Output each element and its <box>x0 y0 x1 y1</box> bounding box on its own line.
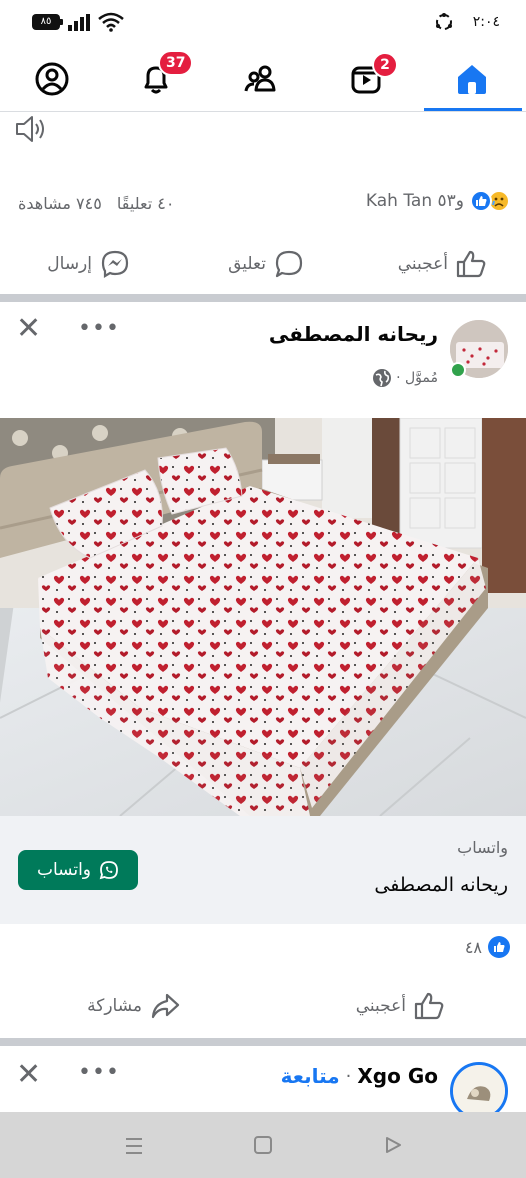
post3-author-name[interactable]: Xgo Go <box>357 1064 438 1088</box>
like-button[interactable]: أعجبني <box>398 250 486 278</box>
home-icon <box>458 65 486 94</box>
views-count: ٧٤٥ مشاهدة <box>18 194 102 213</box>
more-options-icon[interactable]: ••• <box>78 316 120 341</box>
comments-count: ٤٠ تعليقًا <box>116 194 175 213</box>
notifications-badge: 37 <box>158 50 194 76</box>
more-options-icon[interactable]: ••• <box>78 1060 120 1085</box>
close-icon[interactable]: ✕ <box>16 1060 41 1090</box>
cta-page-name: ريحانه المصطفى <box>374 874 508 896</box>
battery-icon: ٨٥ <box>32 14 63 30</box>
globe-icon <box>373 369 392 387</box>
share-icon <box>151 993 180 1019</box>
system-navigation-bar <box>0 1112 526 1178</box>
back-icon[interactable] <box>383 1135 403 1155</box>
post2-likes-count: ٤٨ <box>464 937 482 957</box>
whatsapp-button-label: واتساب <box>36 860 91 880</box>
comment-button[interactable]: تعليق <box>228 249 304 279</box>
online-status-dot <box>450 362 466 378</box>
thumbs-up-icon <box>456 250 486 278</box>
messenger-icon <box>101 250 129 278</box>
like-label: أعجبني <box>355 996 406 1016</box>
cta-section: واتساب ريحانه المصطفى واتساب <box>0 816 526 924</box>
profile-icon <box>35 62 69 96</box>
follow-button[interactable]: متابعة <box>281 1064 340 1088</box>
feed-divider <box>0 1038 526 1046</box>
volume-icon[interactable] <box>14 114 48 144</box>
comment-label: تعليق <box>228 254 266 274</box>
recent-apps-icon[interactable] <box>124 1136 144 1156</box>
post-author-name[interactable]: ريحانه المصطفى <box>269 322 438 346</box>
like-reaction-icon <box>488 936 510 958</box>
wifi-icon <box>98 12 124 32</box>
post2-actions: أعجبني مشاركة <box>0 978 526 1034</box>
send-button[interactable]: إرسال <box>47 249 130 279</box>
whatsapp-button[interactable]: واتساب <box>18 850 138 890</box>
share-button[interactable]: مشاركة <box>87 992 180 1020</box>
post-image[interactable] <box>0 418 526 816</box>
sync-icon <box>436 13 452 30</box>
like-reaction-icon <box>470 190 492 212</box>
post3-separator: · <box>345 1065 352 1087</box>
home-tab[interactable] <box>442 56 502 102</box>
signal-icon <box>68 14 92 31</box>
send-label: إرسال <box>47 254 92 274</box>
notifications-tab[interactable]: 37 <box>126 50 194 102</box>
home-button-icon[interactable] <box>253 1135 273 1155</box>
post-stats: ٤٠ تعليقًا ٧٤٥ مشاهدة Kah Tan و٥٣ <box>0 184 526 224</box>
comment-icon <box>275 250 303 278</box>
active-tab-indicator <box>424 108 522 111</box>
top-navigation: 37 2 <box>0 46 526 112</box>
share-label: مشاركة <box>87 996 142 1016</box>
profile-tab[interactable] <box>22 56 82 102</box>
like-label: أعجبني <box>397 254 448 274</box>
post1-actions: أعجبني تعليق إرسال <box>0 236 526 292</box>
thumbs-up-icon <box>414 992 444 1020</box>
post2-reactions[interactable]: ٤٨ <box>465 936 510 958</box>
close-icon[interactable]: ✕ <box>16 314 41 344</box>
sponsored-label: مُموَّل · <box>396 370 438 386</box>
reactions-text: Kah Tan و٥٣ <box>365 191 464 211</box>
sponsored-meta: مُموَّل · <box>372 368 438 388</box>
reactions-summary[interactable]: Kah Tan و٥٣ <box>366 190 510 212</box>
cta-label: واتساب <box>457 838 508 857</box>
comments-views[interactable]: ٤٠ تعليقًا ٧٤٥ مشاهدة <box>18 194 174 213</box>
post3-header: Xgo Go · متابعة <box>281 1064 438 1088</box>
clock: ٢:٠٤ <box>472 14 500 30</box>
video-tab[interactable]: 2 <box>336 52 398 102</box>
friends-icon <box>244 65 276 92</box>
status-bar: ٨٥ ٢:٠٤ <box>0 0 526 46</box>
whatsapp-icon <box>99 861 118 880</box>
video-badge: 2 <box>372 52 398 78</box>
like-button[interactable]: أعجبني <box>356 992 444 1020</box>
friends-tab[interactable] <box>232 56 292 102</box>
feed-divider <box>0 294 526 302</box>
